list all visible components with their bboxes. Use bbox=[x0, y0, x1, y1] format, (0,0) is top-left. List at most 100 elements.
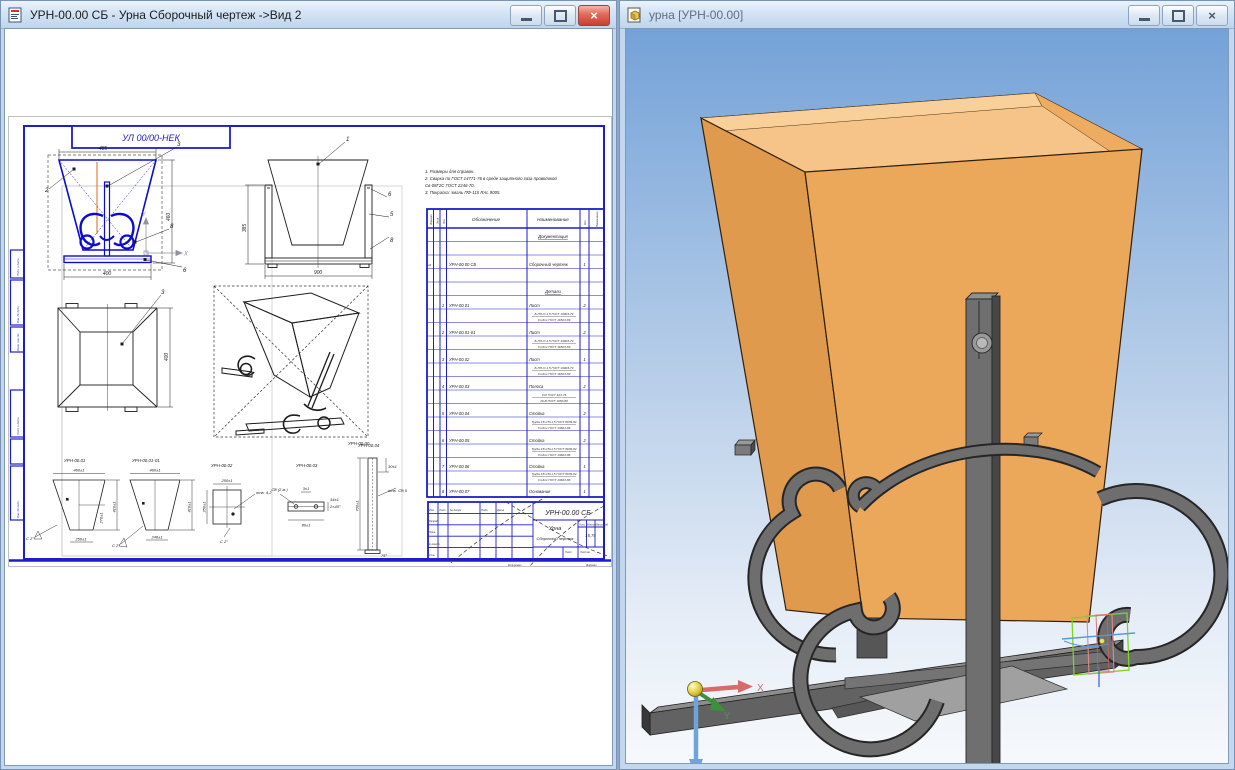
drawing-window-titlebar[interactable]: УРН-00.00 СБ - Урна Сборочный чертеж ->В… bbox=[1, 1, 616, 29]
svg-text:Ст3пс ГОСТ 13663-86: Ст3пс ГОСТ 13663-86 bbox=[538, 478, 571, 482]
svg-text:УРН-00.02: УРН-00.02 bbox=[449, 357, 470, 362]
origin-ball bbox=[688, 682, 703, 697]
svg-text:30±1: 30±1 bbox=[388, 464, 397, 469]
pivot-peg-left[interactable] bbox=[735, 440, 755, 455]
svg-text:250±1: 250±1 bbox=[220, 478, 232, 483]
svg-text:УРН-00.00 СБ: УРН-00.00 СБ bbox=[544, 510, 591, 517]
svg-text:УРН-00.04: УРН-00.04 bbox=[449, 411, 470, 416]
svg-text:Б-ПН-О 1,5 ГОСТ 19903-74: Б-ПН-О 1,5 ГОСТ 19903-74 bbox=[535, 339, 574, 343]
svg-text:75°: 75° bbox=[381, 553, 387, 558]
svg-text:Зона: Зона bbox=[436, 217, 440, 224]
svg-text:Стойка: Стойка bbox=[529, 464, 545, 469]
svg-text:700±1: 700±1 bbox=[355, 500, 360, 511]
svg-text:Взам. инв. №: Взам. инв. № bbox=[16, 334, 20, 351]
svg-text:Подп. и дата: Подп. и дата bbox=[16, 417, 20, 435]
svg-text:Разраб.: Разраб. bbox=[429, 519, 439, 523]
svg-text:УРН-00.04: УРН-00.04 bbox=[358, 443, 380, 448]
svg-text:34±1: 34±1 bbox=[330, 497, 339, 502]
svg-text:Ст3пс ГОСТ 13663-86: Ст3пс ГОСТ 13663-86 bbox=[538, 426, 571, 430]
model-window-titlebar[interactable]: урна [УРН-00.00] × bbox=[620, 1, 1234, 29]
drawing-document-icon bbox=[8, 7, 24, 23]
stand-post[interactable] bbox=[966, 293, 1000, 763]
restore-icon bbox=[554, 10, 567, 22]
svg-text:Лит.: Лит. bbox=[578, 523, 586, 527]
svg-text:460±1: 460±1 bbox=[73, 468, 84, 473]
svg-text:Лист: Лист bbox=[528, 330, 540, 335]
svg-text:Подп.: Подп. bbox=[481, 508, 488, 512]
drawing-sheet[interactable]: Подп. и дата Инв. № дубл. Взам. инв. № П… bbox=[8, 116, 612, 569]
svg-text:Б-ПН-О 1,5 ГОСТ 19903-74: Б-ПН-О 1,5 ГОСТ 19903-74 bbox=[535, 366, 574, 370]
svg-text:400: 400 bbox=[103, 271, 112, 277]
svg-text:УРН-00.01-01: УРН-00.01-01 bbox=[449, 330, 475, 335]
minimize-button[interactable] bbox=[510, 5, 542, 26]
svg-text:400: 400 bbox=[164, 353, 170, 362]
svg-text:Ст3пс ГОСТ 16523-89: Ст3пс ГОСТ 16523-89 bbox=[538, 318, 571, 322]
svg-text:Св-08Г2С ГОСТ 2246-70.: Св-08Г2С ГОСТ 2246-70. bbox=[425, 183, 475, 188]
svg-text:С 2°: С 2° bbox=[26, 536, 34, 541]
svg-text:1: 1 bbox=[346, 137, 349, 143]
minimize-button[interactable] bbox=[1128, 5, 1160, 26]
restore-button[interactable] bbox=[1162, 5, 1194, 26]
svg-text:Пров.: Пров. bbox=[429, 530, 436, 534]
svg-text:Формат: Формат bbox=[429, 214, 433, 225]
model-viewport[interactable]: X Y Z bbox=[625, 28, 1229, 764]
svg-text:Полоса: Полоса bbox=[529, 384, 544, 389]
svg-text:УЛ 00/00-НЕК: УЛ 00/00-НЕК bbox=[121, 133, 180, 143]
svg-text:485: 485 bbox=[99, 146, 108, 152]
svg-text:3±1: 3±1 bbox=[303, 486, 310, 491]
svg-text:УРН-00.02: УРН-00.02 bbox=[211, 463, 233, 468]
svg-text:1: 1 bbox=[442, 303, 444, 308]
svg-text:3. Покраска: эмаль ПФ-115 RAL: 3. Покраска: эмаль ПФ-115 RAL 9005. bbox=[425, 190, 501, 195]
model-window: урна [УРН-00.00] × bbox=[619, 0, 1235, 770]
svg-text:Инв. № дубл.: Инв. № дубл. bbox=[16, 306, 20, 323]
svg-text:С 2°: С 2° bbox=[112, 543, 120, 548]
close-icon: × bbox=[1208, 8, 1216, 23]
svg-text:1. Размеры для справок.: 1. Размеры для справок. bbox=[425, 169, 474, 174]
close-button[interactable]: × bbox=[1196, 5, 1228, 26]
svg-text:Лист: Лист bbox=[528, 357, 540, 362]
svg-text:А4: А4 bbox=[427, 263, 432, 267]
svg-text:X: X bbox=[757, 683, 764, 694]
svg-text:УРН-00.00 СБ: УРН-00.00 СБ bbox=[449, 262, 477, 267]
svg-text:Формат: Формат bbox=[586, 563, 597, 567]
svg-text:20-В ГОСТ 1050-88: 20-В ГОСТ 1050-88 bbox=[539, 399, 568, 403]
svg-text:250±1: 250±1 bbox=[74, 537, 86, 542]
svg-text:№ докум.: № докум. bbox=[450, 508, 462, 512]
svg-text:отв. ∅8,5: отв. ∅8,5 bbox=[388, 488, 408, 493]
close-button[interactable]: × bbox=[578, 5, 610, 26]
svg-text:Ст3пс ГОСТ 16523-89: Ст3пс ГОСТ 16523-89 bbox=[538, 372, 571, 376]
svg-text:∅8 (2 м.): ∅8 (2 м.) bbox=[271, 487, 288, 492]
svg-text:УРН-00.01: УРН-00.01 bbox=[449, 303, 469, 308]
part-document-icon bbox=[627, 7, 643, 23]
svg-text:Поз.: Поз. bbox=[442, 218, 446, 224]
drawing-window-title: УРН-00.00 СБ - Урна Сборочный чертеж ->В… bbox=[30, 8, 301, 22]
svg-text:Лист: Лист bbox=[564, 550, 573, 554]
svg-text:385: 385 bbox=[242, 224, 248, 233]
svg-text:Листов: Листов bbox=[579, 550, 590, 554]
svg-text:2. Сварка по ГОСТ 14771-76 в с: 2. Сварка по ГОСТ 14771-76 в среде защит… bbox=[424, 176, 557, 181]
svg-text:УРН-00.01: УРН-00.01 bbox=[64, 458, 86, 463]
svg-text:Обозначение: Обозначение bbox=[472, 217, 501, 222]
svg-text:1: 1 bbox=[583, 262, 585, 267]
svg-text:Труба 15×15×1,5 ГОСТ 8639-82: Труба 15×15×1,5 ГОСТ 8639-82 bbox=[531, 420, 576, 424]
svg-text:4×8 ГОСТ 103-76: 4×8 ГОСТ 103-76 bbox=[542, 393, 567, 397]
svg-text:900: 900 bbox=[314, 270, 323, 276]
minimize-icon bbox=[1139, 18, 1150, 21]
svg-text:Дата: Дата bbox=[496, 508, 505, 512]
svg-text:УРН-00.07: УРН-00.07 bbox=[449, 489, 470, 494]
pivot-bolt[interactable] bbox=[972, 333, 992, 353]
svg-text:УРН-00.03: УРН-00.03 bbox=[296, 463, 318, 468]
svg-text:Труба 15×15×1,5 ГОСТ 8639-82: Труба 15×15×1,5 ГОСТ 8639-82 bbox=[531, 447, 576, 451]
sheet-paper bbox=[9, 117, 612, 567]
svg-text:Копировал: Копировал bbox=[508, 563, 522, 567]
restore-button[interactable] bbox=[544, 5, 576, 26]
svg-text:410±1: 410±1 bbox=[112, 501, 117, 512]
svg-text:УРН-00.03: УРН-00.03 bbox=[449, 384, 470, 389]
drawing-canvas[interactable]: Подп. и дата Инв. № дубл. Взам. инв. № П… bbox=[4, 28, 613, 766]
view-stamp: УЛ 00/00-НЕК bbox=[72, 126, 230, 148]
close-icon: × bbox=[590, 8, 598, 23]
svg-text:С 2°: С 2° bbox=[220, 539, 228, 544]
svg-text:Масса: Масса bbox=[587, 523, 595, 527]
svg-text:1: 1 bbox=[583, 357, 585, 362]
svg-text:1: 1 bbox=[583, 489, 585, 494]
